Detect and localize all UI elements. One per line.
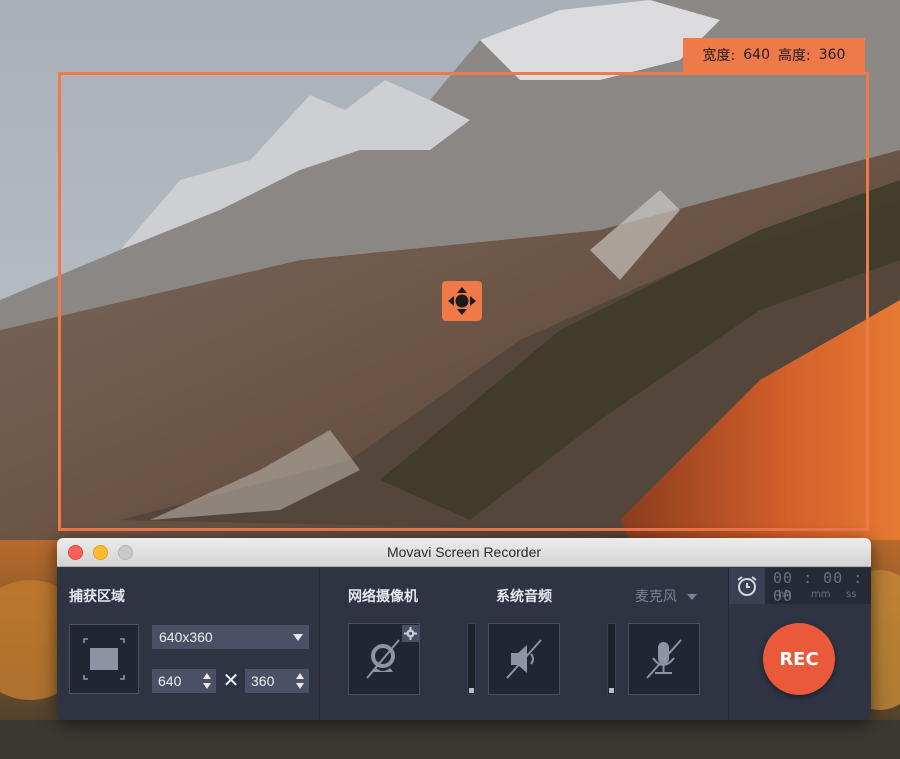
system-audio-level-slider[interactable] — [467, 623, 476, 695]
microphone-label: 麦克风 — [635, 589, 677, 605]
microphone-toggle-button[interactable] — [628, 623, 700, 695]
timer-panel: 00 : 00 : 00 hh mm ss — [729, 568, 871, 605]
select-region-button[interactable] — [69, 624, 139, 694]
microphone-muted-icon — [646, 639, 682, 679]
window-titlebar[interactable]: Movavi Screen Recorder — [57, 538, 871, 567]
system-audio-label: 系统音频 — [496, 589, 552, 605]
screen-region-icon — [83, 638, 125, 680]
chevron-down-icon — [293, 634, 303, 641]
section-divider — [319, 568, 320, 720]
rec-button[interactable]: REC — [763, 623, 835, 695]
height-spin-icon[interactable] — [296, 673, 304, 689]
timer-display: 00 : 00 : 00 — [773, 569, 864, 605]
capture-preset-select[interactable]: 640x360 — [152, 625, 309, 649]
preset-value: 640x360 — [159, 629, 213, 645]
times-icon: ✕ — [222, 668, 240, 692]
timer-unit-seconds: ss — [846, 589, 857, 600]
scheduled-recording-button[interactable] — [729, 568, 765, 604]
height-input-value: 360 — [251, 673, 275, 689]
timer-unit-hours: hh — [778, 589, 791, 600]
width-spin-icon[interactable] — [203, 673, 211, 689]
capture-region-label: 捕获区域 — [69, 589, 125, 605]
move-capture-handle[interactable] — [442, 281, 482, 321]
microphone-level-slider[interactable] — [607, 623, 616, 695]
width-value: 640 — [743, 47, 770, 63]
recorder-window: Movavi Screen Recorder 捕获区域 640x360 640 … — [57, 538, 871, 720]
webcam-label: 网络摄像机 — [348, 589, 418, 605]
height-value: 360 — [818, 47, 846, 63]
height-stepper[interactable]: 360 — [245, 669, 309, 693]
speaker-muted-icon — [506, 639, 542, 679]
capture-size-badge: 宽度: 640 高度: 360 — [683, 38, 865, 72]
width-label: 宽度: — [702, 48, 736, 64]
system-audio-toggle-button[interactable] — [488, 623, 560, 695]
move-arrows-icon — [448, 287, 476, 315]
alarm-clock-icon — [737, 576, 757, 596]
timer-unit-minutes: mm — [811, 589, 831, 600]
height-label: 高度: — [778, 48, 811, 64]
gear-icon — [404, 627, 417, 640]
width-stepper[interactable]: 640 — [152, 669, 216, 693]
webcam-settings-button[interactable] — [402, 625, 419, 642]
window-title: Movavi Screen Recorder — [386, 544, 542, 560]
chevron-down-icon[interactable] — [687, 594, 697, 600]
width-input-value: 640 — [158, 673, 182, 689]
